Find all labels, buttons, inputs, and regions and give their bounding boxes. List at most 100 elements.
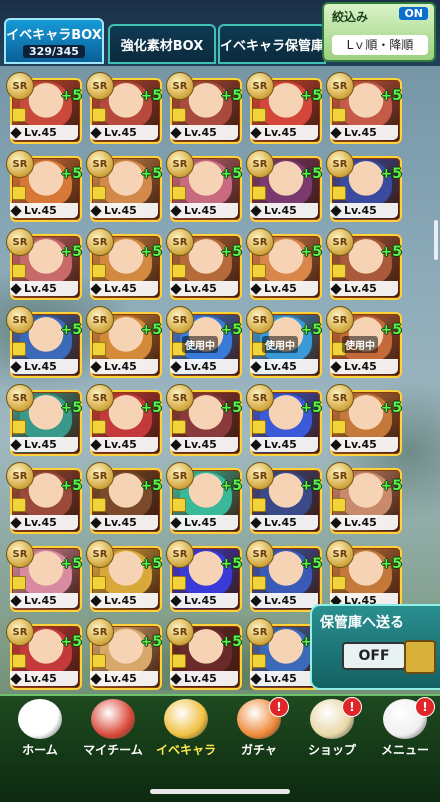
plus-value: +5 [380,166,402,182]
plus-value: +5 [220,478,242,494]
tab-storage-label: イベキャラ保管庫 [220,38,325,54]
lock-icon [92,108,106,122]
lock-icon [12,576,26,590]
character-card[interactable]: SR+5Lv.45 [166,228,242,300]
plus-value: +5 [140,244,162,260]
tab-material-box[interactable]: 強化素材BOX [108,24,216,64]
character-card[interactable]: SR+5Lv.45 [246,228,322,300]
character-card[interactable]: SR+5Lv.45 [326,540,402,612]
character-card[interactable]: SR+5Lv.45 [6,72,82,144]
nav-event-chara[interactable]: イベキャラ [146,699,226,758]
nav-shop[interactable]: ショップ! [292,697,372,758]
character-card[interactable]: SR+5Lv.45 [86,306,162,378]
character-card[interactable]: SR+5Lv.45 [6,540,82,612]
character-card[interactable]: SR+5Lv.45 [246,384,322,456]
rank-sr-badge: SR [6,72,34,100]
rank-sr-badge: SR [326,540,354,568]
character-card[interactable]: SR+5Lv.45 [246,618,322,690]
plus-value: +5 [140,88,162,104]
plus-value: +5 [220,244,242,260]
filter-toggle[interactable]: ON [399,7,428,20]
rank-sr-badge: SR [166,618,194,646]
rank-sr-badge: SR [166,540,194,568]
lock-icon [12,264,26,278]
character-card[interactable]: SR+5Lv.45 [326,72,402,144]
lock-icon [332,186,346,200]
nav-team[interactable]: マイチーム [73,699,153,758]
character-card[interactable]: SR+5Lv.45 [166,150,242,222]
plus-value: +5 [380,400,402,416]
plus-value: +5 [300,166,322,182]
character-card[interactable]: SR+5Lv.45 [246,540,322,612]
lock-icon [92,654,106,668]
send-to-storage-toggle[interactable]: OFF [342,642,406,670]
filter-sort-panel[interactable]: 絞込み ON Lｖ順・降順 [322,2,436,62]
rank-sr-badge: SR [6,462,34,490]
character-card[interactable]: SR+5Lv.45 [86,462,162,534]
plus-value: +5 [60,400,82,416]
character-card[interactable]: SR+5Lv.45 [166,462,242,534]
rank-sr-badge: SR [166,228,194,256]
nav-soccer-ball[interactable]: ホーム [0,699,80,758]
rank-sr-badge: SR [86,540,114,568]
tab-storage[interactable]: イベキャラ保管庫 [218,24,326,64]
storage-box-icon [404,640,436,674]
plus-value: +5 [220,322,242,338]
nav-gacha[interactable]: ガチャ! [219,697,299,758]
plus-value: +5 [220,556,242,572]
character-card[interactable]: SR+5Lv.45 [326,462,402,534]
rank-sr-badge: SR [326,228,354,256]
send-to-storage-panel[interactable]: 保管庫へ送る OFF [310,604,440,690]
character-card[interactable]: SR+5Lv.45 [6,618,82,690]
character-card[interactable]: SR+5Lv.45 [86,540,162,612]
character-card[interactable]: SR+5Lv.45 [326,384,402,456]
nav-label: メニュー [380,743,429,757]
plus-value: +5 [140,166,162,182]
rank-sr-badge: SR [246,72,274,100]
sort-selector[interactable]: Lｖ順・降順 [332,35,428,55]
character-card[interactable]: SR+5Lv.45 [86,150,162,222]
plus-value: +5 [220,634,242,650]
character-card[interactable]: SR+5Lv.45 [86,228,162,300]
character-card[interactable]: SR+5Lv.45 [166,540,242,612]
rank-sr-badge: SR [6,384,34,412]
character-card[interactable]: SR+5Lv.45 [166,72,242,144]
character-card[interactable]: SR+5Lv.45 [6,150,82,222]
lock-icon [172,576,186,590]
character-card[interactable]: SR+5Lv.45 [326,228,402,300]
lock-icon [332,420,346,434]
plus-value: +5 [60,556,82,572]
nav-menu[interactable]: メニュー! [365,697,440,758]
character-card[interactable]: SR +5 Lv.45 使用中 [166,306,242,378]
lock-icon [332,264,346,278]
rank-sr-badge: SR [246,150,274,178]
lock-icon [172,264,186,278]
character-card[interactable]: SR+5Lv.45 [6,306,82,378]
tab-event-box[interactable]: イベキャラBOX 329/345 [4,18,104,64]
lock-icon [172,498,186,512]
character-card[interactable]: SR+5Lv.45 [166,618,242,690]
nav-label: マイチーム [83,743,143,757]
character-card[interactable]: SR+5Lv.45 [86,72,162,144]
character-card[interactable]: SR+5Lv.45 [166,384,242,456]
character-card[interactable]: SR+5Lv.45 [246,150,322,222]
plus-value: +5 [300,88,322,104]
character-card[interactable]: SR+5Lv.45 [6,462,82,534]
character-card[interactable]: SR+5Lv.45 [326,150,402,222]
plus-value: +5 [300,244,322,260]
character-card[interactable]: SR+5Lv.45 [246,72,322,144]
character-card[interactable]: SR+5Lv.45 [246,462,322,534]
plus-value: +5 [220,166,242,182]
character-card[interactable]: SR+5Lv.45 [6,384,82,456]
character-card[interactable]: SR+5Lv.45 [86,384,162,456]
lock-icon [92,420,106,434]
in-use-label: 使用中 [182,336,218,353]
soccer-ball-icon [18,699,62,739]
rank-sr-badge: SR [86,228,114,256]
lock-icon [252,498,266,512]
grid-scrollbar[interactable] [434,220,438,260]
character-card[interactable]: SR +5 Lv.45 使用中 [246,306,322,378]
character-card[interactable]: SR+5Lv.45 [6,228,82,300]
character-card[interactable]: SR +5 Lv.45 使用中 [326,306,402,378]
character-card[interactable]: SR+5Lv.45 [86,618,162,690]
